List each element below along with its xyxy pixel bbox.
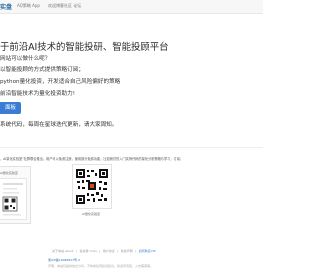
top-navbar: 实盘 AQ策略 App 欢迎博客社区 论坛 bbox=[0, 0, 263, 14]
enter-dashboard-button[interactable]: 面板 bbox=[0, 102, 21, 114]
footer-disclaimer: 声明：本站仅提供信息分享，不构成任何投资建议。投资有风险，入市需谨慎。 bbox=[48, 264, 154, 268]
phone-image-icon bbox=[2, 183, 23, 216]
footer-link-buy-vip[interactable]: 如何购买VIP bbox=[139, 249, 156, 253]
qr-code-icon bbox=[76, 169, 108, 204]
update-note: 系统代码，每周在星球迭代更新，请大家周知。 bbox=[0, 122, 118, 128]
hero-question: 网站可以做什么呢？ bbox=[0, 56, 51, 62]
community-notice: ，AI量化实验室"社群联合推出。用户可以免费注册，使用部分免费功能，比如我们的入… bbox=[0, 157, 184, 161]
footer-links: 关于本站 about | 投资者 tools | 用户协议 | 免责声明 | 如何购买V… bbox=[52, 249, 156, 253]
app-promo-caption: AI量化实验室 bbox=[0, 171, 18, 175]
app-promo-card: AI量化实验室 bbox=[0, 166, 31, 224]
app-screenshot bbox=[0, 178, 27, 220]
footer-link-agreement[interactable]: 用户协议 bbox=[103, 249, 115, 253]
hero-bullet-ai: 前沿智能技术为量化投资助力! bbox=[0, 91, 75, 97]
qr-caption: AI量化实验室 bbox=[82, 212, 100, 216]
site-brand[interactable]: 实盘 bbox=[0, 2, 12, 11]
nav-item-community[interactable]: 欢迎博客社区 论坛 bbox=[48, 3, 81, 9]
nav-item-app[interactable]: AQ策略 App bbox=[17, 3, 40, 9]
footer-copyright[interactable]: 浙ICP备19046817号-2 bbox=[48, 258, 80, 262]
section-divider bbox=[0, 147, 263, 148]
footer-link-tools[interactable]: 投资者 tools bbox=[80, 249, 97, 253]
footer-link-disclaimer[interactable]: 免责声明 bbox=[121, 249, 133, 253]
hero-bullet-subscribe: 以智能投顾的方式提供策略订阅； bbox=[0, 67, 84, 73]
footer-link-about[interactable]: 关于本站 about bbox=[52, 249, 74, 253]
hero-headline: 于前沿AI技术的智能投研、智能投顾平台 bbox=[0, 42, 169, 53]
hero-bullet-python: python量化投资，开发适合自己风险偏好的策略 bbox=[0, 79, 121, 85]
qr-code bbox=[72, 164, 112, 209]
